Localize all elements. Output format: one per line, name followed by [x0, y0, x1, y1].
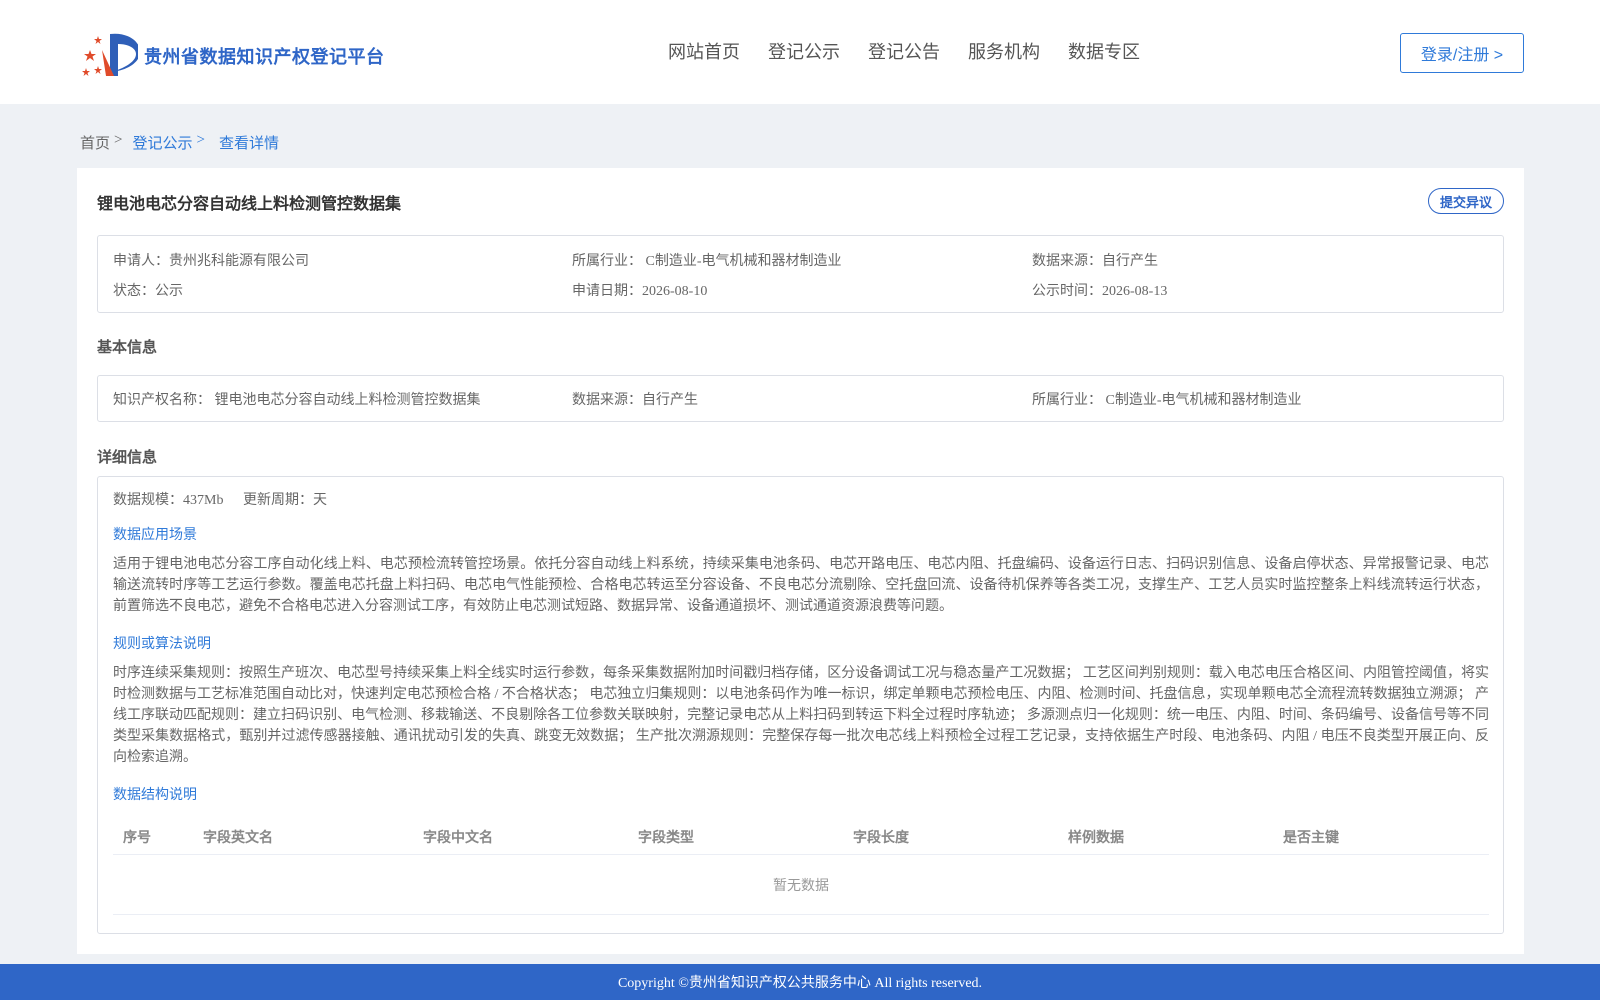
table-empty-state: 暂无数据	[113, 855, 1489, 915]
breadcrumb-home[interactable]: 首页	[80, 132, 110, 153]
rule-algorithm-text: 时序连续采集规则：按照生产班次、电芯型号持续采集上料全线实时运行参数，每条采集数…	[113, 666, 1489, 765]
detail-card: 锂电池电芯分容自动线上料检测管控数据集 提交异议 申请人：贵州兆科能源有限公司 …	[77, 168, 1524, 954]
basic-industry: 所属行业： C制造业-电气机械和器材制造业	[1032, 393, 1302, 408]
publish-date: 公示时间：2026-08-13	[1032, 284, 1168, 299]
data-source: 数据来源：自行产生	[1032, 254, 1158, 269]
basic-data-source: 数据来源：自行产生	[572, 393, 698, 408]
application-scene-text: 适用于锂电池电芯分容工序自动化线上料、电芯预检流转管控场景。依托分容自动线上料系…	[113, 557, 1489, 614]
basic-info-title: 基本信息	[97, 339, 158, 356]
col-index: 序号	[123, 829, 151, 845]
platform-logo-icon	[82, 33, 138, 76]
industry: 所属行业： C制造业-电气机械和器材制造业	[572, 254, 842, 269]
nav-data-zone[interactable]: 数据专区	[1068, 38, 1140, 64]
summary-box: 申请人：贵州兆科能源有限公司 所属行业： C制造业-电气机械和器材制造业 数据来…	[97, 235, 1504, 313]
breadcrumb: 首页 > 登记公示 > 查看详情	[80, 132, 279, 153]
data-structure-title: 数据结构说明	[113, 788, 197, 803]
breadcrumb-separator: >	[196, 132, 205, 148]
login-register-button[interactable]: 登录/注册 >	[1400, 33, 1524, 73]
col-primary-key: 是否主键	[1283, 829, 1339, 845]
status: 状态：公示	[113, 284, 183, 299]
detail-info-box: 数据规模：437Mb 更新周期：天 数据应用场景 适用于锂电池电芯分容工序自动化…	[97, 476, 1504, 934]
breadcrumb-current: 查看详情	[218, 136, 279, 152]
detail-info-title: 详细信息	[97, 449, 158, 466]
nav-home[interactable]: 网站首页	[668, 38, 740, 64]
application-scene-title: 数据应用场景	[113, 528, 197, 543]
col-chinese-name: 字段中文名	[423, 829, 493, 845]
ip-name: 知识产权名称： 锂电池电芯分容自动线上料检测管控数据集	[113, 393, 481, 408]
breadcrumb-separator: >	[114, 132, 123, 148]
update-cycle: 更新周期：天	[243, 493, 327, 508]
brand-title: 贵州省数据知识产权登记平台	[144, 47, 385, 67]
footer-copyright: Copyright ©贵州省知识产权公共服务中心 All rights rese…	[0, 964, 1600, 1000]
apply-date: 申请日期：2026-08-10	[572, 284, 708, 299]
nav-service-agencies[interactable]: 服务机构	[968, 38, 1040, 64]
record-title: 锂电池电芯分容自动线上料检测管控数据集	[97, 196, 402, 213]
breadcrumb-registration-publicity[interactable]: 登记公示	[132, 132, 192, 153]
basic-info-box: 知识产权名称： 锂电池电芯分容自动线上料检测管控数据集 数据来源：自行产生 所属…	[97, 375, 1504, 422]
col-english-name: 字段英文名	[203, 829, 273, 845]
structure-table-header: 序号 字段英文名 字段中文名 字段类型 字段长度 样例数据 是否主键	[113, 815, 1489, 855]
col-sample-data: 样例数据	[1068, 829, 1124, 845]
main-nav: 网站首页 登记公示 登记公告 服务机构 数据专区	[668, 38, 1140, 64]
nav-registration-announcement[interactable]: 登记公告	[868, 38, 940, 64]
col-field-type: 字段类型	[638, 829, 694, 845]
submit-objection-button[interactable]: 提交异议	[1428, 188, 1504, 214]
col-field-length: 字段长度	[853, 829, 909, 845]
rule-algorithm-title: 规则或算法说明	[113, 637, 211, 652]
applicant: 申请人：贵州兆科能源有限公司	[113, 254, 309, 269]
data-scale: 数据规模：437Mb	[113, 493, 224, 508]
nav-registration-publicity[interactable]: 登记公示	[768, 38, 840, 64]
header: 贵州省数据知识产权登记平台 网站首页 登记公示 登记公告 服务机构 数据专区 登…	[0, 0, 1600, 104]
